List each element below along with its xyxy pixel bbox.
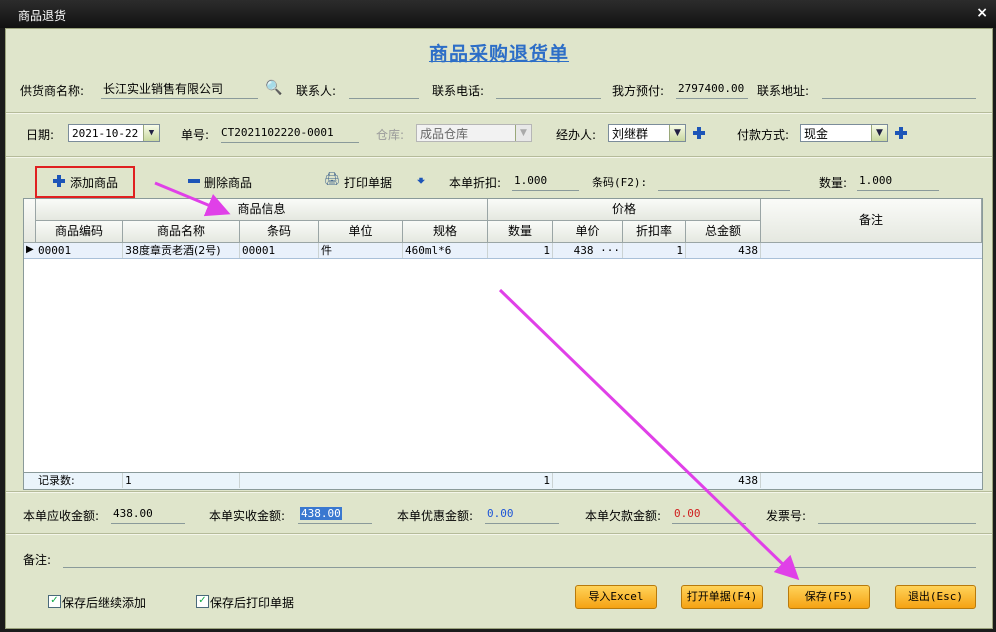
annotation-arrow [154,181,231,217]
annotation-arrows [154,181,800,581]
annotation-arrow [498,288,800,581]
